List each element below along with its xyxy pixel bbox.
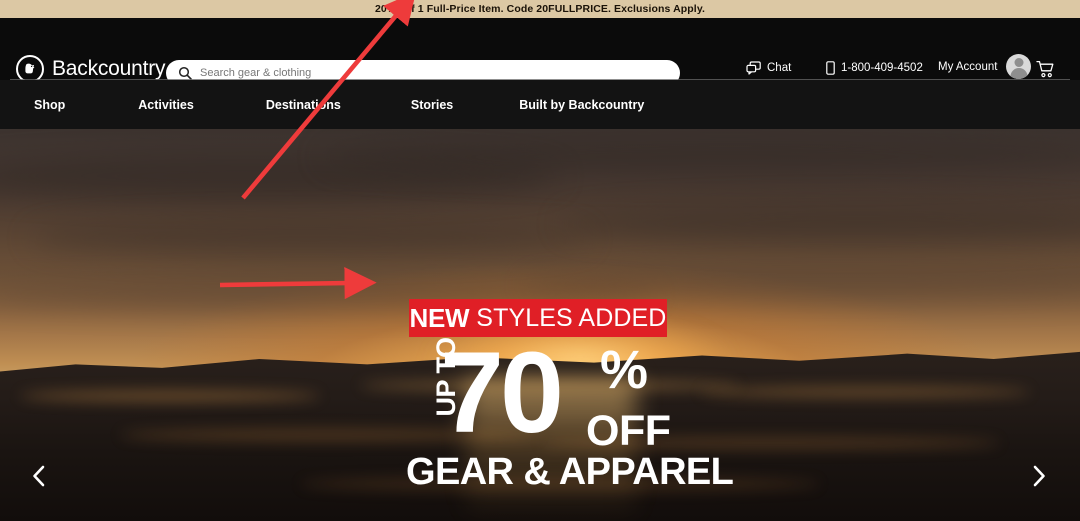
cart-button[interactable]	[1036, 60, 1055, 78]
hero-percent-symbol: %	[600, 340, 649, 400]
brand-name: Backcountry	[52, 57, 166, 80]
chat-link[interactable]: Chat	[746, 61, 791, 75]
promo-banner-text: 20% Off 1 Full-Price Item. Code 20FULLPR…	[374, 3, 706, 15]
my-account-link[interactable]: My Account	[938, 54, 1032, 79]
page-root: 20% Off 1 Full-Price Item. Code 20FULLPR…	[0, 0, 1080, 521]
search-input[interactable]	[200, 67, 668, 79]
chevron-left-icon	[29, 464, 49, 488]
carousel-next-button[interactable]	[1022, 459, 1056, 493]
search-icon	[178, 66, 192, 80]
nav-item-built-by-backcountry[interactable]: Built by Backcountry	[519, 98, 644, 112]
nav-item-shop[interactable]: Shop	[34, 98, 65, 112]
carousel-prev-button[interactable]	[22, 459, 56, 493]
chat-label: Chat	[767, 62, 792, 74]
hero-subline: GEAR & APPAREL	[406, 451, 734, 493]
phone-link[interactable]: 1-800-409-4502	[826, 61, 923, 75]
nav-item-stories[interactable]: Stories	[411, 98, 453, 112]
my-account-label: My Account	[938, 60, 998, 73]
site-header: Backcountry Chat	[0, 18, 1080, 86]
promo-banner[interactable]: 20% Off 1 Full-Price Item. Code 20FULLPR…	[0, 0, 1080, 18]
main-navigation: Shop Activities Destinations Stories Bui…	[0, 80, 1080, 129]
chat-bubble-icon	[746, 61, 761, 75]
hero-off-label: OFF	[586, 407, 671, 455]
shopping-cart-icon	[1036, 60, 1055, 78]
mobile-phone-icon	[826, 61, 835, 75]
hero-carousel: NEW STYLES ADDED UP TO 70 % OFF GEAR & A…	[0, 129, 1080, 521]
nav-list: Shop Activities Destinations Stories Bui…	[0, 80, 644, 129]
nav-item-activities[interactable]: Activities	[138, 98, 194, 112]
hero-copy: NEW STYLES ADDED UP TO 70 % OFF GEAR & A…	[0, 129, 1080, 521]
chevron-right-icon	[1029, 464, 1049, 488]
nav-item-destinations[interactable]: Destinations	[266, 98, 341, 112]
hero-discount-number: 70	[440, 329, 564, 457]
user-avatar-icon[interactable]	[1006, 54, 1032, 79]
phone-label: 1-800-409-4502	[841, 62, 923, 74]
